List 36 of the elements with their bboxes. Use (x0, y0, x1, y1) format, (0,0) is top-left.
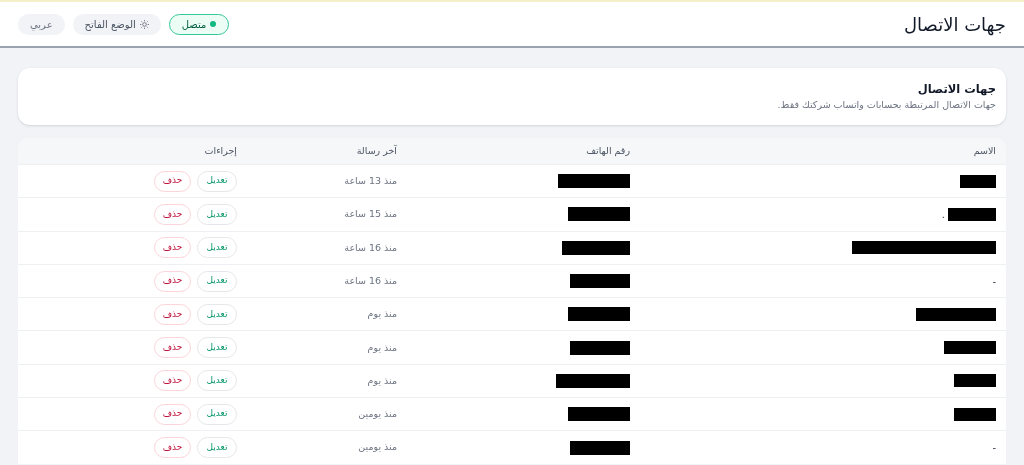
sun-icon (139, 19, 149, 29)
connection-status-badge: متصل (168, 13, 230, 35)
redaction-bar (954, 407, 996, 421)
table-cell-text: - (992, 274, 996, 289)
redaction-bar (954, 374, 996, 388)
column-header: رقم الهاتف (586, 143, 630, 159)
table-cell: منذ يومين (358, 407, 397, 422)
table-cell-text: منذ يوم (367, 373, 397, 388)
redaction-bar (944, 341, 996, 355)
table-cell: منذ 15 ساعة (344, 207, 397, 222)
card-description: جهات الاتصال المرتبطة بحسابات واتساب شركتك فقط. (776, 98, 996, 112)
table-cell: منذ 16 ساعة (344, 240, 397, 255)
redaction-bar (568, 207, 630, 222)
card-title: جهات الاتصال (916, 81, 996, 97)
table-cell-text: منذ 16 ساعة (344, 273, 397, 288)
redaction-bar (568, 307, 630, 322)
column-header: إجراءات (204, 143, 237, 158)
column-header: آخر رسالة (356, 143, 397, 158)
table-cell: منذ يوم (367, 307, 397, 322)
column-header: الاسم (973, 143, 996, 158)
redaction-bar (558, 174, 630, 189)
redaction-bar (948, 207, 996, 221)
language-button[interactable]: عربي (18, 13, 65, 35)
redaction-bar (562, 240, 630, 255)
redaction-bar (570, 340, 630, 355)
page-title: جهات الاتصال (903, 12, 1006, 38)
table-cell-text: . (941, 207, 945, 222)
redaction-bar (570, 274, 630, 289)
table-cell: منذ يومين (358, 440, 397, 455)
table-cell: منذ يوم (367, 340, 397, 355)
theme-toggle-button[interactable]: الوضع الفاتح (72, 13, 161, 35)
redaction-bar (568, 407, 630, 422)
redaction-bar (960, 174, 996, 188)
redaction-bar (570, 440, 630, 455)
table-cell-text: - (992, 441, 996, 455)
table-cell-text: منذ 13 ساعة (344, 174, 397, 188)
